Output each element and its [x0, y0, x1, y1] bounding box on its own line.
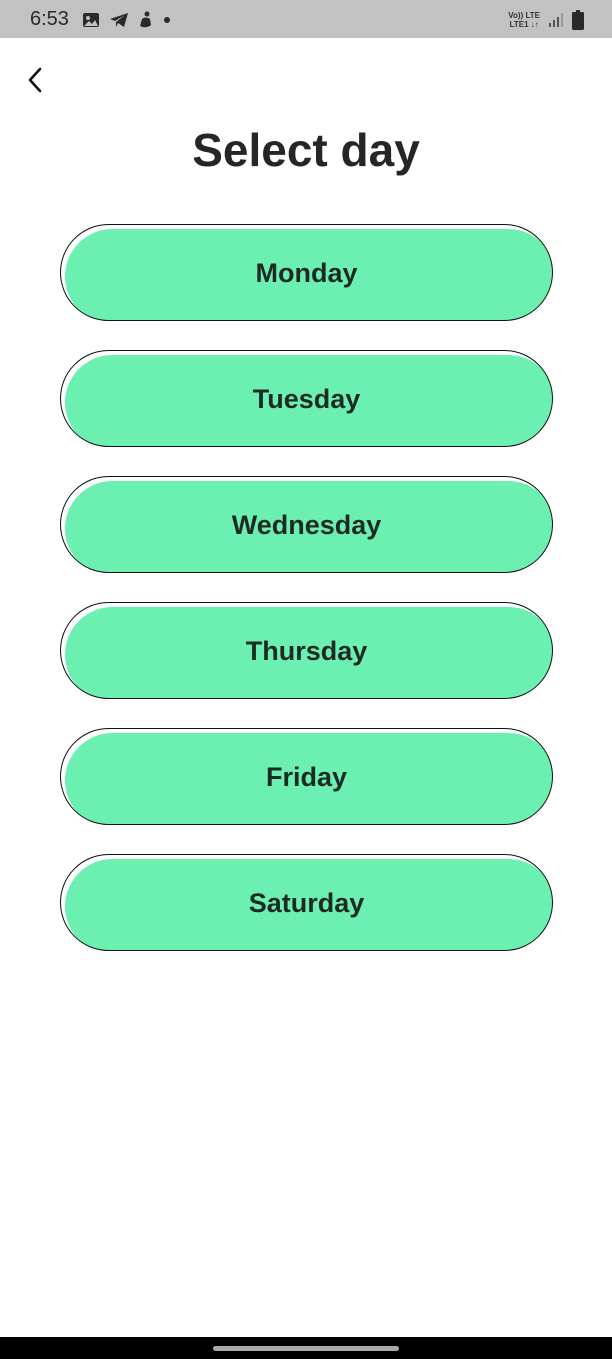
- page-title: Select day: [192, 124, 420, 176]
- day-button-label: Tuesday: [252, 384, 361, 414]
- battery-icon: [572, 10, 584, 30]
- day-button-wednesday[interactable]: Wednesday: [60, 476, 553, 573]
- day-button-label: Friday: [265, 762, 348, 792]
- network-line-2: LTE1 ↓↑: [509, 20, 539, 29]
- status-notification-icons: [82, 10, 171, 30]
- day-button-monday[interactable]: Monday: [60, 224, 553, 321]
- status-time: 6:53: [30, 8, 69, 30]
- signal-icon: [549, 13, 563, 27]
- day-button-thursday[interactable]: Thursday: [60, 602, 553, 699]
- day-button-label: Wednesday: [231, 510, 382, 540]
- day-button-label: Thursday: [245, 636, 368, 666]
- day-button-saturday[interactable]: Saturday: [60, 854, 553, 951]
- dot-icon: [164, 17, 170, 23]
- status-bar: 6:53 Vo)) LTE LTE1 ↓↑: [0, 0, 612, 38]
- home-indicator[interactable]: [213, 1346, 399, 1351]
- day-button-label: Monday: [255, 258, 358, 288]
- day-button-label: Saturday: [248, 888, 365, 918]
- gallery-icon: [83, 13, 99, 27]
- chevron-left-icon: [28, 67, 42, 93]
- day-button-friday[interactable]: Friday: [60, 728, 553, 825]
- status-system-icons: Vo)) LTE LTE1 ↓↑: [508, 9, 584, 31]
- day-list: Monday Tuesday Wednesday Thursday Friday…: [60, 224, 553, 980]
- day-button-tuesday[interactable]: Tuesday: [60, 350, 553, 447]
- network-line-1: Vo)) LTE: [508, 11, 540, 20]
- back-button[interactable]: [18, 62, 52, 98]
- network-indicator: Vo)) LTE LTE1 ↓↑: [508, 11, 540, 29]
- telegram-icon: [110, 13, 128, 27]
- app-notification-icon: [140, 11, 151, 28]
